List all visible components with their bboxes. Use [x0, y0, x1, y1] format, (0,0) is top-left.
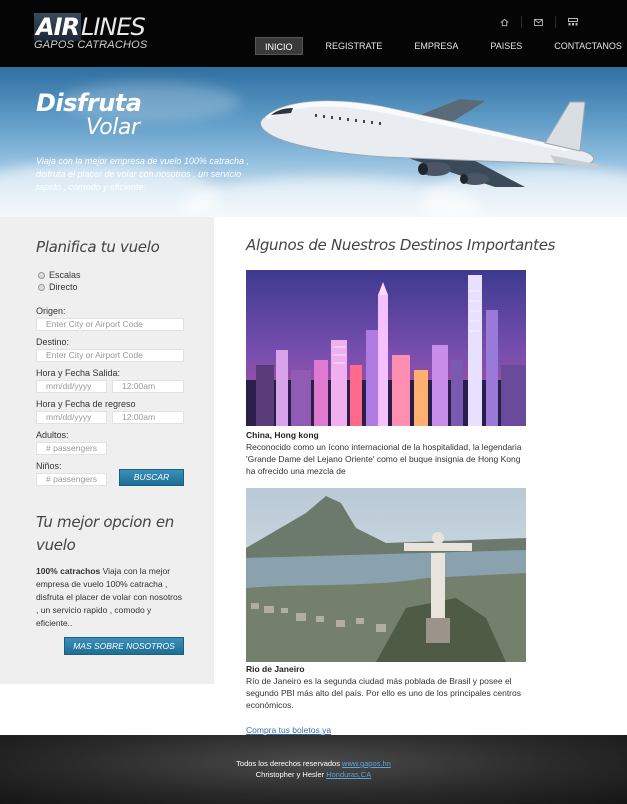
- adults-label: Adultos:: [36, 430, 69, 440]
- radio-directo-label: Directo: [49, 282, 78, 292]
- sitemap-icon[interactable]: [555, 16, 589, 28]
- nav-paises[interactable]: PAISES: [481, 37, 531, 55]
- about-title: Tu mejor opcion en vuelo: [36, 511, 174, 557]
- destination-name: China, Hong kong: [246, 430, 319, 440]
- radio-escalas[interactable]: Escalas: [38, 270, 81, 280]
- about-text: 100% catrachos Viaja con la mejor empres…: [36, 565, 186, 630]
- main-nav: INICIO REGISTRATE EMPRESA PAISES CONTACT…: [255, 37, 627, 55]
- return-time-input[interactable]: 12:00am: [112, 411, 184, 424]
- hong-kong-image[interactable]: [246, 270, 526, 426]
- destination-input[interactable]: Enter City or Airport Code: [36, 349, 184, 362]
- departure-time-input[interactable]: 12:00am: [112, 380, 184, 393]
- footer-site-link[interactable]: www.gapos.hn: [342, 759, 391, 768]
- origin-label: Origen:: [36, 306, 66, 316]
- airplane-image: [260, 99, 600, 187]
- about-more-button[interactable]: MAS SOBRE NOSOTROS: [64, 637, 184, 655]
- destination-name: Rio de Janeiro: [246, 664, 305, 674]
- about-strong: 100% catrachos: [36, 566, 101, 576]
- footer-location-link[interactable]: Honduras,CA: [326, 770, 371, 779]
- site-logo[interactable]: AIR LINES GAPOS CATRACHOS: [34, 13, 147, 51]
- destinations-title: Algunos de Nuestros Destinos Importantes: [246, 236, 556, 254]
- search-button[interactable]: BUSCAR: [119, 469, 184, 486]
- hero-title-line1: Disfruta: [36, 89, 142, 117]
- site-header: AIR LINES GAPOS CATRACHOS INICIO REGISTR…: [0, 0, 627, 67]
- nav-empresa[interactable]: EMPRESA: [405, 37, 467, 55]
- nav-registrate[interactable]: REGISTRATE: [317, 37, 392, 55]
- nav-contactanos[interactable]: CONTACTANOS: [545, 37, 627, 55]
- footer-copyright: Todos los derechos reservados www.gapos.…: [0, 759, 627, 768]
- adults-input[interactable]: # passengers: [36, 442, 107, 455]
- mail-icon[interactable]: [521, 16, 555, 28]
- kids-label: Niños:: [36, 461, 62, 471]
- hero-description: Viaja con la mejor empresa de vuelo 100%…: [36, 156, 249, 192]
- nav-inicio[interactable]: INICIO: [255, 37, 303, 55]
- radio-button[interactable]: [38, 283, 45, 291]
- about-title-line2: vuelo: [36, 536, 76, 554]
- departure-label: Hora y Fecha Salida:: [36, 368, 121, 378]
- footer-credits-text: Christopher y Hesler: [255, 770, 327, 779]
- radio-escalas-label: Escalas: [49, 270, 81, 280]
- return-date-input[interactable]: mm/dd/yyyy: [36, 411, 107, 424]
- logo-air-text: AIR: [34, 13, 81, 41]
- footer-credits: Christopher y Hesler Honduras,CA: [0, 770, 627, 779]
- about-title-line1: Tu mejor opcion en: [36, 513, 174, 531]
- logo-subtitle: GAPOS CATRACHOS: [34, 39, 148, 51]
- hero-banner: Disfruta Volar Viaja con la mejor empres…: [0, 67, 627, 217]
- origin-input[interactable]: Enter City or Airport Code: [36, 318, 184, 331]
- utility-icons: [487, 16, 589, 28]
- buy-tickets-link[interactable]: Compra tus boletos ya: [246, 725, 331, 735]
- radio-directo[interactable]: Directo: [38, 282, 78, 292]
- logo-wordmark: AIR LINES: [34, 13, 147, 41]
- return-label: Hora y Fecha de regreso: [36, 399, 136, 409]
- booking-title: Planifica tu vuelo: [36, 238, 160, 256]
- kids-input[interactable]: # passengers: [36, 473, 107, 486]
- home-icon[interactable]: [487, 16, 521, 28]
- destination-label: Destino:: [36, 337, 70, 347]
- site-footer: Todos los derechos reservados www.gapos.…: [0, 735, 627, 804]
- logo-lines-text: LINES: [80, 13, 146, 41]
- rio-de-janeiro-image[interactable]: [246, 488, 526, 662]
- radio-button[interactable]: [38, 271, 45, 279]
- destination-description: Reconocido como un ícono internacional d…: [246, 442, 522, 476]
- destination-description: Río de Janeiro es la segunda ciudad más …: [246, 676, 521, 710]
- departure-date-input[interactable]: mm/dd/yyyy: [36, 380, 107, 393]
- footer-copyright-text: Todos los derechos reservados: [236, 759, 343, 768]
- hero-title-line2: Volar: [86, 115, 140, 140]
